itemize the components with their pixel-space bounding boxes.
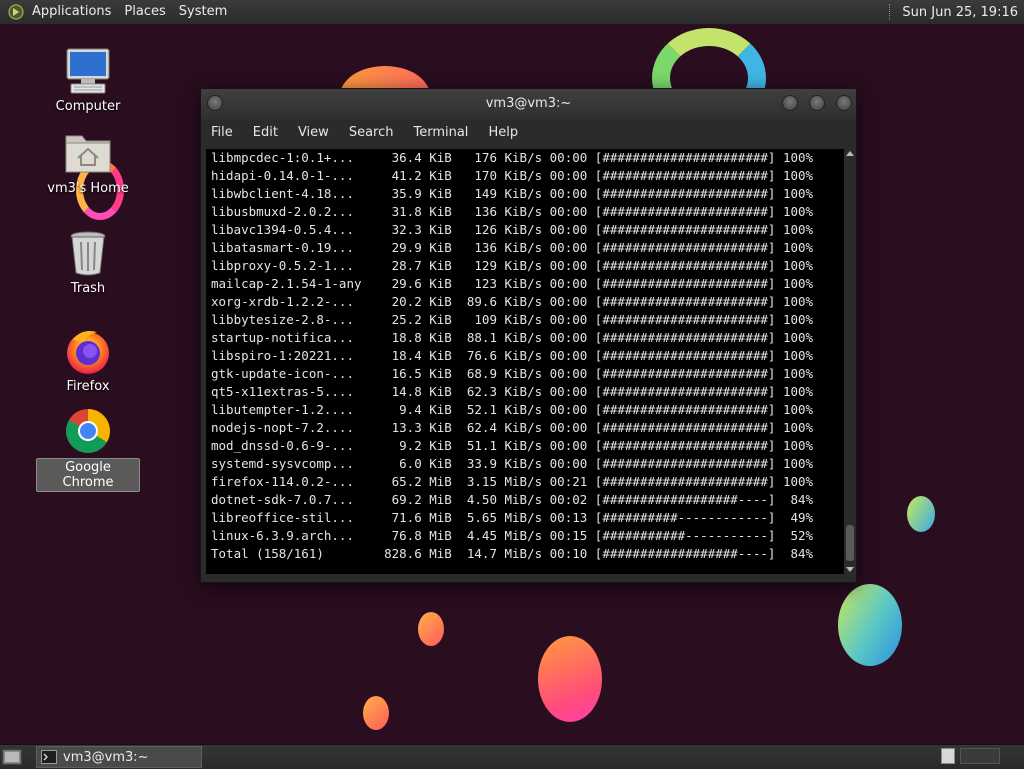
clock[interactable]: Sun Jun 25, 19:16 — [902, 5, 1018, 20]
terminal-line: startup-notifica... 18.8 KiB 88.1 KiB/s … — [211, 330, 814, 345]
terminal-line: Total (158/161) 828.6 MiB 14.7 MiB/s 00:… — [211, 546, 814, 561]
terminal-output[interactable]: libmpcdec-1:0.1+... 36.4 KiB 176 KiB/s 0… — [206, 149, 844, 574]
firefox-icon — [63, 326, 113, 376]
clock-area: Sun Jun 25, 19:16 — [889, 0, 1024, 24]
terminal-line: dotnet-sdk-7.0.7... 69.2 MiB 4.50 MiB/s … — [211, 492, 814, 507]
desktop-icon-label: Google Chrome — [36, 458, 140, 492]
taskbar-item-label: vm3@vm3:~ — [63, 749, 149, 765]
close-button[interactable] — [836, 95, 852, 111]
terminal-line: libutempter-1.2.... 9.4 KiB 52.1 KiB/s 0… — [211, 402, 814, 417]
terminal-line: mailcap-2.1.54-1-any 29.6 KiB 123 KiB/s … — [211, 276, 814, 291]
desktop-icon-home[interactable]: vm3's Home — [36, 128, 140, 197]
menu-help[interactable]: Help — [478, 119, 528, 147]
wallpaper-bubble — [418, 612, 444, 646]
terminal-line: libmpcdec-1:0.1+... 36.4 KiB 176 KiB/s 0… — [211, 150, 814, 165]
workspace-1[interactable] — [941, 748, 955, 764]
terminal-line: libusbmuxd-2.0.2... 31.8 KiB 136 KiB/s 0… — [211, 204, 814, 219]
terminal-line: linux-6.3.9.arch... 76.8 MiB 4.45 MiB/s … — [211, 528, 814, 543]
terminal-line: libspiro-1:20221... 18.4 KiB 76.6 KiB/s … — [211, 348, 814, 363]
terminal-line: libreoffice-stil... 71.6 MiB 5.65 MiB/s … — [211, 510, 814, 525]
terminal-line: xorg-xrdb-1.2.2-... 20.2 KiB 89.6 KiB/s … — [211, 294, 814, 309]
computer-icon — [63, 46, 113, 96]
desktop-icon-chrome[interactable]: Google Chrome — [36, 406, 140, 492]
desktop-icon-label: Trash — [70, 281, 106, 296]
desktop-icon-label: Computer — [55, 99, 121, 114]
applications-menu[interactable]: Applications — [28, 0, 120, 24]
terminal-line: systemd-sysvcomp... 6.0 KiB 33.9 KiB/s 0… — [211, 456, 814, 471]
terminal-line: libproxy-0.5.2-1... 28.7 KiB 129 KiB/s 0… — [211, 258, 814, 273]
bottom-panel: vm3@vm3:~ — [0, 744, 1024, 769]
home-folder-icon — [63, 128, 113, 178]
desktop-icon-computer[interactable]: Computer — [36, 46, 140, 115]
workspace-2[interactable] — [960, 748, 1000, 764]
terminal-window[interactable]: vm3@vm3:~ File Edit View Search Terminal… — [200, 88, 857, 583]
terminal-scrollbar[interactable] — [845, 149, 855, 574]
panel-menus: Applications Places System — [28, 0, 236, 24]
terminal-menubar: File Edit View Search Terminal Help — [201, 119, 856, 147]
distro-logo-icon[interactable] — [8, 4, 24, 20]
terminal-line: libwbclient-4.18... 35.9 KiB 149 KiB/s 0… — [211, 186, 814, 201]
menu-edit[interactable]: Edit — [243, 119, 288, 147]
wallpaper-bubble — [538, 636, 602, 722]
chrome-icon — [63, 406, 113, 456]
taskbar-item-terminal[interactable]: vm3@vm3:~ — [36, 746, 202, 768]
terminal-line: gtk-update-icon-... 16.5 KiB 68.9 KiB/s … — [211, 366, 814, 381]
wallpaper-bubble — [907, 496, 935, 532]
minimize-button[interactable] — [782, 95, 798, 111]
desktop-icon-label: vm3's Home — [47, 181, 129, 196]
panel-separator — [889, 4, 892, 20]
wallpaper-bubble — [838, 584, 902, 666]
wallpaper-bubble — [363, 696, 389, 730]
desktop-icon-label: Firefox — [66, 379, 110, 394]
trash-icon — [63, 228, 113, 278]
terminal-line: qt5-x11extras-5.... 14.8 KiB 62.3 KiB/s … — [211, 384, 814, 399]
maximize-button[interactable] — [809, 95, 825, 111]
menu-file[interactable]: File — [201, 119, 243, 147]
terminal-line: mod_dnssd-0.6-9-... 9.2 KiB 51.1 KiB/s 0… — [211, 438, 814, 453]
terminal-line: nodejs-nopt-7.2.... 13.3 KiB 62.4 KiB/s … — [211, 420, 814, 435]
desktop-icon-trash[interactable]: Trash — [36, 228, 140, 297]
desktop-icon-firefox[interactable]: Firefox — [36, 326, 140, 395]
terminal-line: libavc1394-0.5.4... 32.3 KiB 126 KiB/s 0… — [211, 222, 814, 237]
menu-search[interactable]: Search — [339, 119, 404, 147]
scroll-down-arrow-icon[interactable] — [846, 567, 854, 572]
menu-terminal[interactable]: Terminal — [403, 119, 478, 147]
window-titlebar[interactable]: vm3@vm3:~ — [201, 89, 856, 119]
show-desktop-icon[interactable] — [2, 748, 22, 766]
window-title: vm3@vm3:~ — [485, 96, 572, 111]
menu-view[interactable]: View — [288, 119, 339, 147]
scroll-up-arrow-icon[interactable] — [846, 151, 854, 156]
scrollbar-thumb[interactable] — [846, 525, 854, 561]
terminal-line: libatasmart-0.19... 29.9 KiB 136 KiB/s 0… — [211, 240, 814, 255]
terminal-line: libbytesize-2.8-... 25.2 KiB 109 KiB/s 0… — [211, 312, 814, 327]
system-menu[interactable]: System — [175, 0, 236, 24]
terminal-line: hidapi-0.14.0-1-... 41.2 KiB 170 KiB/s 0… — [211, 168, 814, 183]
terminal-icon — [41, 750, 57, 764]
terminal-line: firefox-114.0.2-... 65.2 MiB 3.15 MiB/s … — [211, 474, 814, 489]
places-menu[interactable]: Places — [120, 0, 174, 24]
terminal-lines: libmpcdec-1:0.1+... 36.4 KiB 176 KiB/s 0… — [206, 149, 844, 563]
top-panel: Applications Places System Sun Jun 25, 1… — [0, 0, 1024, 25]
